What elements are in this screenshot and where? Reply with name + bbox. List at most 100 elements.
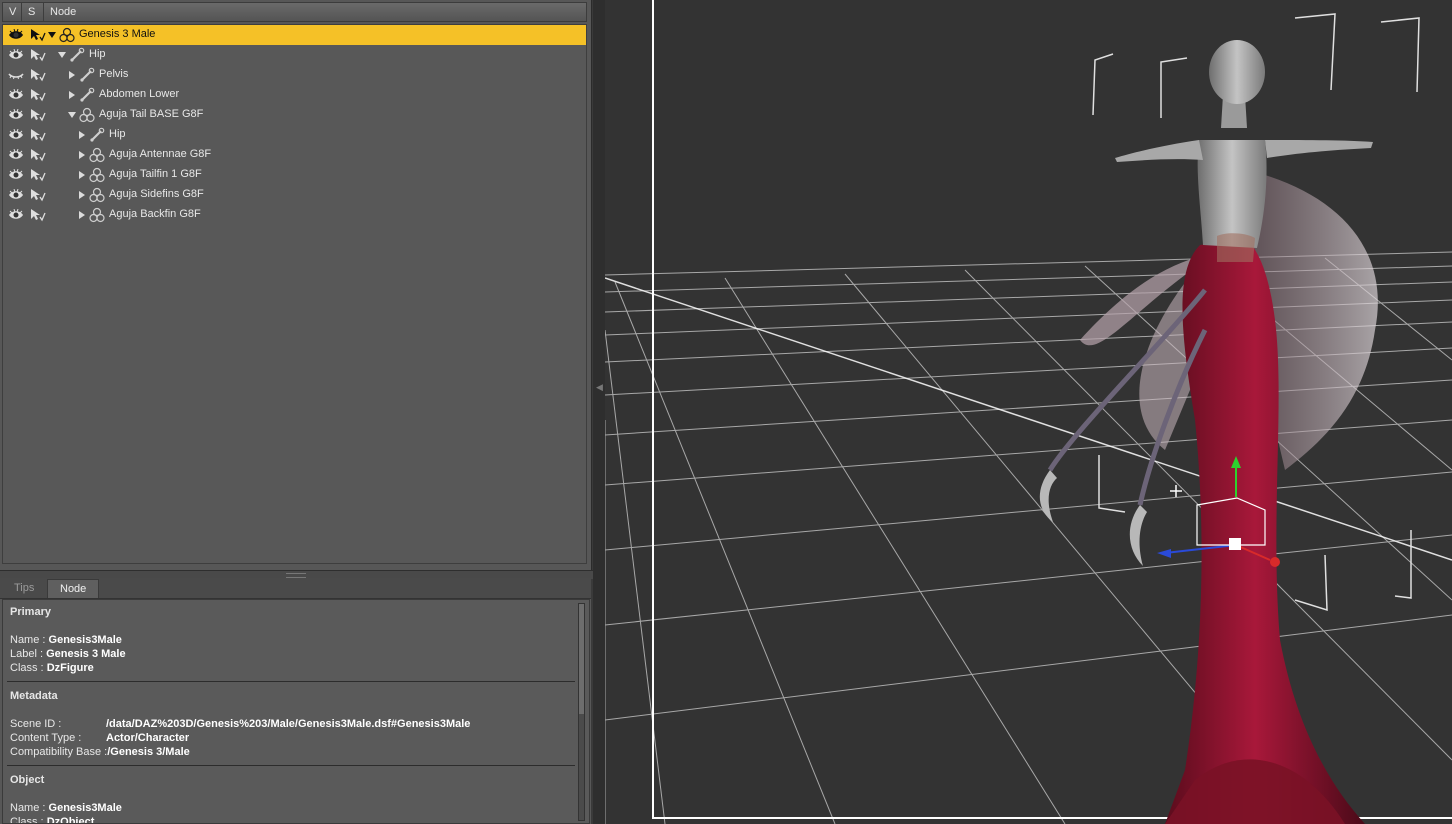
triangle-right-icon[interactable]: [67, 70, 77, 80]
content-type-value: Actor/Character: [106, 732, 190, 744]
pointer-check-icon[interactable]: [30, 88, 46, 102]
triangle-right-icon[interactable]: [77, 190, 87, 200]
figure-icon: [89, 207, 105, 223]
eye-icon[interactable]: [8, 128, 24, 141]
triangle-right-icon[interactable]: [77, 210, 87, 220]
metadata-scene-id-row: Scene ID : /data/DAZ%203D/Genesis%203/Mal…: [10, 718, 470, 730]
pane-gutter[interactable]: ◀: [593, 0, 605, 824]
pointer-check-icon[interactable]: [30, 108, 46, 122]
tree-row[interactable]: Aguja Sidefins G8F: [3, 185, 586, 205]
figure-icon: [89, 147, 105, 163]
tree-row-label: Pelvis: [99, 68, 129, 80]
tab-tips[interactable]: Tips: [2, 579, 46, 598]
eye-icon[interactable]: [8, 108, 24, 121]
column-header-selectable[interactable]: S: [22, 3, 44, 21]
triangle-right-icon[interactable]: [67, 90, 77, 100]
eye-icon[interactable]: [8, 48, 24, 61]
eye-icon[interactable]: [8, 208, 24, 221]
bone-icon: [79, 67, 95, 83]
pointer-check-icon[interactable]: [30, 148, 46, 162]
tab-bar: Tips Node: [0, 578, 591, 599]
tree-row[interactable]: Hip: [3, 45, 586, 65]
section-title-metadata: Metadata: [10, 690, 58, 702]
primary-class-value: DzFigure: [46, 662, 94, 674]
tree-row-label: Aguja Tail BASE G8F: [99, 108, 204, 120]
object-name-value: Genesis3Male: [48, 802, 122, 814]
bone-icon: [79, 87, 95, 103]
scene-tree[interactable]: Genesis 3 Male Hip Pelvis Abdomen Lower Aguj…: [2, 24, 587, 564]
figure-icon: [79, 107, 95, 123]
eye-icon[interactable]: [8, 188, 24, 201]
compat-value: /Genesis 3/Male: [107, 746, 190, 758]
triangle-down-icon[interactable]: [67, 110, 77, 120]
divider: [7, 765, 575, 766]
object-class-key: Class :: [10, 816, 47, 824]
pointer-check-icon[interactable]: [30, 68, 46, 82]
column-header-node[interactable]: Node: [44, 3, 586, 21]
collapse-arrow-icon[interactable]: ◀: [596, 382, 603, 393]
tree-row-label: Abdomen Lower: [99, 88, 180, 100]
triangle-right-icon[interactable]: [77, 130, 87, 140]
triangle-right-icon[interactable]: [77, 150, 87, 160]
tree-row-label: Hip: [89, 48, 106, 60]
pointer-check-icon[interactable]: [30, 48, 46, 62]
eye-icon[interactable]: [8, 88, 24, 101]
tree-row-label: Aguja Antennae G8F: [109, 148, 212, 160]
tree-row[interactable]: Pelvis: [3, 65, 586, 85]
tree-row-label: Aguja Sidefins G8F: [109, 188, 204, 200]
tree-row-label: Genesis 3 Male: [79, 28, 156, 40]
section-title-primary: Primary: [10, 606, 51, 618]
section-title-object: Object: [10, 774, 45, 786]
viewport-canvas[interactable]: [605, 0, 1452, 824]
scrollbar-thumb[interactable]: [579, 604, 584, 714]
node-info-panel: Primary Name : Genesis3Male Label : Gene…: [2, 599, 590, 824]
scene-id-key: Scene ID :: [10, 718, 62, 730]
bone-icon: [69, 47, 85, 63]
pointer-check-icon[interactable]: [30, 168, 46, 182]
viewport-3d[interactable]: [605, 0, 1452, 824]
pointer-check-icon[interactable]: [30, 188, 46, 202]
divider: [7, 681, 575, 682]
primary-label-key: Label :: [10, 648, 47, 660]
pointer-check-icon[interactable]: [30, 28, 46, 42]
tab-node[interactable]: Node: [47, 579, 100, 598]
eye-icon[interactable]: [8, 28, 24, 41]
column-header-visible[interactable]: V: [3, 3, 22, 21]
scene-pane: V S Node Genesis 3 Male Hip Pelvis Abdomen …: [0, 0, 592, 570]
scene-id-value: /data/DAZ%203D/Genesis%203/Male/Genesis3…: [106, 718, 471, 730]
tree-row[interactable]: Abdomen Lower: [3, 85, 586, 105]
object-name-key: Name :: [10, 802, 49, 814]
pointer-check-icon[interactable]: [30, 208, 46, 222]
triangle-right-icon[interactable]: [77, 170, 87, 180]
tree-row-label: Aguja Tailfin 1 G8F: [109, 168, 202, 180]
object-class-value: DzObject: [46, 816, 95, 824]
info-scrollbar[interactable]: [578, 603, 585, 821]
primary-name-value: Genesis3Male: [48, 634, 122, 646]
tree-row-label: Hip: [109, 128, 126, 140]
tree-row[interactable]: Aguja Tailfin 1 G8F: [3, 165, 586, 185]
tree-row[interactable]: Aguja Backfin G8F: [3, 205, 586, 225]
figure-model: [1039, 40, 1378, 824]
figure-icon: [59, 27, 75, 43]
tree-row[interactable]: Hip: [3, 125, 586, 145]
pointer-check-icon[interactable]: [30, 128, 46, 142]
triangle-down-icon[interactable]: [57, 50, 67, 60]
primary-name-key: Name :: [10, 634, 49, 646]
primary-name-row: Name : Genesis3Male: [10, 634, 122, 646]
figure-icon: [89, 167, 105, 183]
tree-row[interactable]: Aguja Tail BASE G8F: [3, 105, 586, 125]
content-type-key: Content Type :: [10, 732, 82, 744]
bone-icon: [89, 127, 105, 143]
metadata-content-type-row: Content Type : Actor/Character: [10, 732, 189, 744]
primary-label-row: Label : Genesis 3 Male: [10, 648, 126, 660]
figure-icon: [89, 187, 105, 203]
triangle-down-icon[interactable]: [47, 30, 57, 40]
object-name-row: Name : Genesis3Male: [10, 802, 122, 814]
tree-row[interactable]: Genesis 3 Male: [3, 25, 586, 45]
eye-closed-icon[interactable]: [8, 69, 24, 81]
object-class-row: Class : DzObject: [10, 816, 95, 824]
tree-row-label: Aguja Backfin G8F: [109, 208, 201, 220]
eye-icon[interactable]: [8, 148, 24, 161]
eye-icon[interactable]: [8, 168, 24, 181]
tree-row[interactable]: Aguja Antennae G8F: [3, 145, 586, 165]
